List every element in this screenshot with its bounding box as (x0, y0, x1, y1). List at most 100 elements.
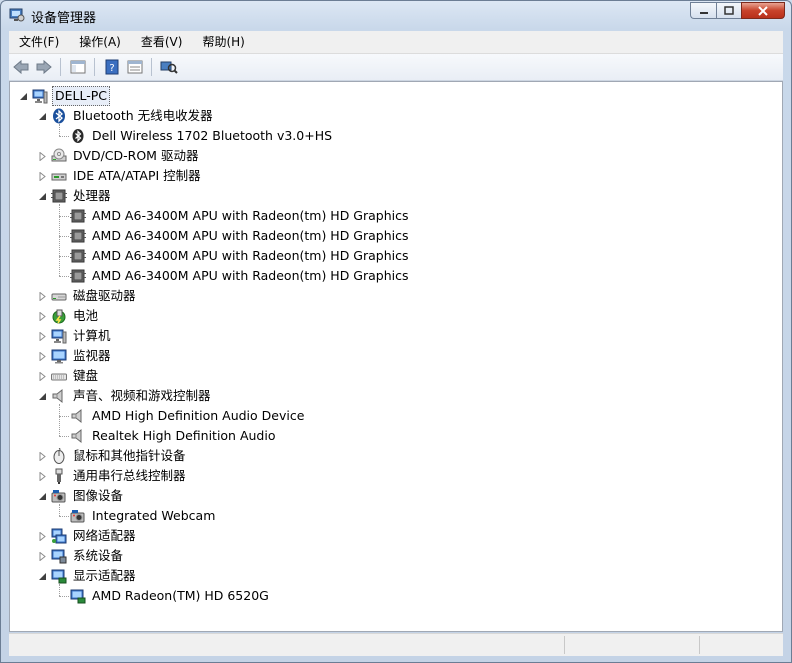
expanded-arrow-icon (39, 113, 46, 120)
close-button[interactable] (741, 2, 785, 19)
tree-expander[interactable] (38, 492, 47, 501)
tree-category-label: 计算机 (73, 328, 111, 343)
tree-device-item[interactable]: AMD A6-3400M APU with Radeon(tm) HD Grap… (70, 266, 411, 286)
menu-help[interactable]: 帮助(H) (192, 32, 254, 52)
camera-icon (51, 490, 66, 503)
menu-action[interactable]: 操作(A) (69, 32, 131, 52)
tree-expander[interactable] (38, 472, 47, 481)
tree-category[interactable]: IDE ATA/ATAPI 控制器 (51, 166, 203, 186)
status-bar-divider (564, 636, 565, 654)
forward-button[interactable] (33, 56, 55, 78)
tree-expander[interactable] (38, 112, 47, 121)
tree-category[interactable]: Bluetooth 无线电收发器 (51, 106, 215, 126)
console-tree-icon (70, 60, 86, 74)
tree-category[interactable]: 图像设备 (51, 486, 125, 506)
scan-hardware-button[interactable] (158, 56, 180, 78)
tree-root-dell-pc[interactable]: DELL-PC (32, 86, 111, 106)
menu-file[interactable]: 文件(F) (9, 32, 69, 52)
properties-button[interactable] (124, 56, 146, 78)
tree-category[interactable]: 网络适配器 (51, 526, 138, 546)
tree-device-item[interactable]: Realtek High Definition Audio (70, 426, 277, 446)
status-bar (9, 633, 783, 656)
tree-expander[interactable] (38, 532, 47, 541)
tree-category[interactable]: DVD/CD-ROM 驱动器 (51, 146, 200, 166)
tree-expander[interactable] (38, 452, 47, 461)
tree-device-item[interactable]: AMD High Definition Audio Device (70, 406, 306, 426)
tree-category[interactable]: 处理器 (51, 186, 113, 206)
tree-device-item[interactable]: AMD Radeon(TM) HD 6520G (70, 586, 271, 606)
tree-device-item[interactable]: Integrated Webcam (70, 506, 217, 526)
device-tree-panel[interactable]: DELL-PC Bluetooth 无线电收发器 Dell Wireless 170… (9, 81, 783, 632)
tree-category[interactable]: 电池 (51, 306, 100, 326)
tree-category-label: 网络适配器 (73, 528, 136, 543)
show-hide-tree-button[interactable] (67, 56, 89, 78)
tree-expander[interactable] (38, 292, 47, 301)
expanded-arrow-icon (39, 493, 46, 500)
tree-expander[interactable] (38, 152, 47, 161)
tree-category-label: 显示适配器 (73, 568, 136, 583)
scan-hardware-icon (160, 61, 178, 74)
tree-category[interactable]: 磁盘驱动器 (51, 286, 138, 306)
tree-expander[interactable] (38, 192, 47, 201)
tree-category-label: 磁盘驱动器 (73, 288, 136, 303)
collapsed-arrow-icon (39, 472, 46, 481)
collapsed-arrow-icon (39, 152, 46, 161)
tree-category[interactable]: 显示适配器 (51, 566, 138, 586)
tree-connector (59, 504, 60, 516)
bluetooth-icon (53, 108, 65, 124)
help-button[interactable]: ? (101, 56, 123, 78)
tree-category[interactable]: 声音、视频和游戏控制器 (51, 386, 213, 406)
tree-category[interactable]: 计算机 (51, 326, 113, 346)
processor-icon (70, 229, 86, 243)
maximize-button[interactable] (716, 2, 741, 19)
tree-category[interactable]: 系统设备 (51, 546, 125, 566)
processor-icon (70, 209, 86, 223)
speaker-icon (71, 428, 82, 444)
back-button[interactable] (10, 56, 32, 78)
tree-device-label: AMD High Definition Audio Device (92, 408, 305, 423)
minimize-button[interactable] (690, 2, 716, 19)
close-icon (758, 5, 768, 16)
tree-connector (59, 416, 69, 417)
collapsed-arrow-icon (39, 372, 46, 381)
tree-expander[interactable] (38, 352, 47, 361)
tree-device-label: AMD A6-3400M APU with Radeon(tm) HD Grap… (92, 248, 409, 263)
tree-connector (59, 516, 69, 517)
minimize-icon (699, 11, 708, 14)
tree-category-label: 键盘 (73, 368, 99, 383)
tree-connector (59, 124, 60, 136)
collapsed-arrow-icon (39, 332, 46, 341)
tree-device-item[interactable]: AMD A6-3400M APU with Radeon(tm) HD Grap… (70, 246, 411, 266)
tree-expander[interactable] (19, 92, 28, 101)
title-bar[interactable]: 设备管理器 (1, 1, 791, 29)
tree-device-item[interactable]: AMD A6-3400M APU with Radeon(tm) HD Grap… (70, 226, 411, 246)
tree-category-label: 监视器 (73, 348, 111, 363)
expanded-arrow-icon (39, 393, 46, 400)
tree-expander[interactable] (38, 572, 47, 581)
tree-expander[interactable] (38, 372, 47, 381)
expanded-arrow-icon (39, 573, 46, 580)
tree-category[interactable]: 通用串行总线控制器 (51, 466, 188, 486)
tree-category[interactable]: 键盘 (51, 366, 100, 386)
tree-category[interactable]: 监视器 (51, 346, 113, 366)
tree-category-label: IDE ATA/ATAPI 控制器 (73, 168, 201, 183)
tree-expander[interactable] (38, 552, 47, 561)
menu-view[interactable]: 查看(V) (131, 32, 193, 52)
tree-device-item[interactable]: AMD A6-3400M APU with Radeon(tm) HD Grap… (70, 206, 411, 226)
tree-expander[interactable] (38, 312, 47, 321)
tree-device-item[interactable]: Dell Wireless 1702 Bluetooth v3.0+HS (70, 126, 334, 146)
arrow-left-icon (13, 59, 29, 75)
tree-category[interactable]: 鼠标和其他指针设备 (51, 446, 188, 466)
tree-device-label: Dell Wireless 1702 Bluetooth v3.0+HS (92, 128, 333, 143)
tree-root-label: DELL-PC (52, 86, 111, 106)
monitor-icon (51, 349, 67, 364)
properties-icon (127, 60, 143, 74)
processor-icon (51, 189, 67, 203)
tree-connector (59, 256, 69, 257)
device-manager-icon (9, 8, 25, 22)
tree-expander[interactable] (38, 392, 47, 401)
toolbar-separator (60, 58, 61, 76)
caption-buttons (690, 2, 785, 20)
tree-expander[interactable] (38, 172, 47, 181)
tree-expander[interactable] (38, 332, 47, 341)
